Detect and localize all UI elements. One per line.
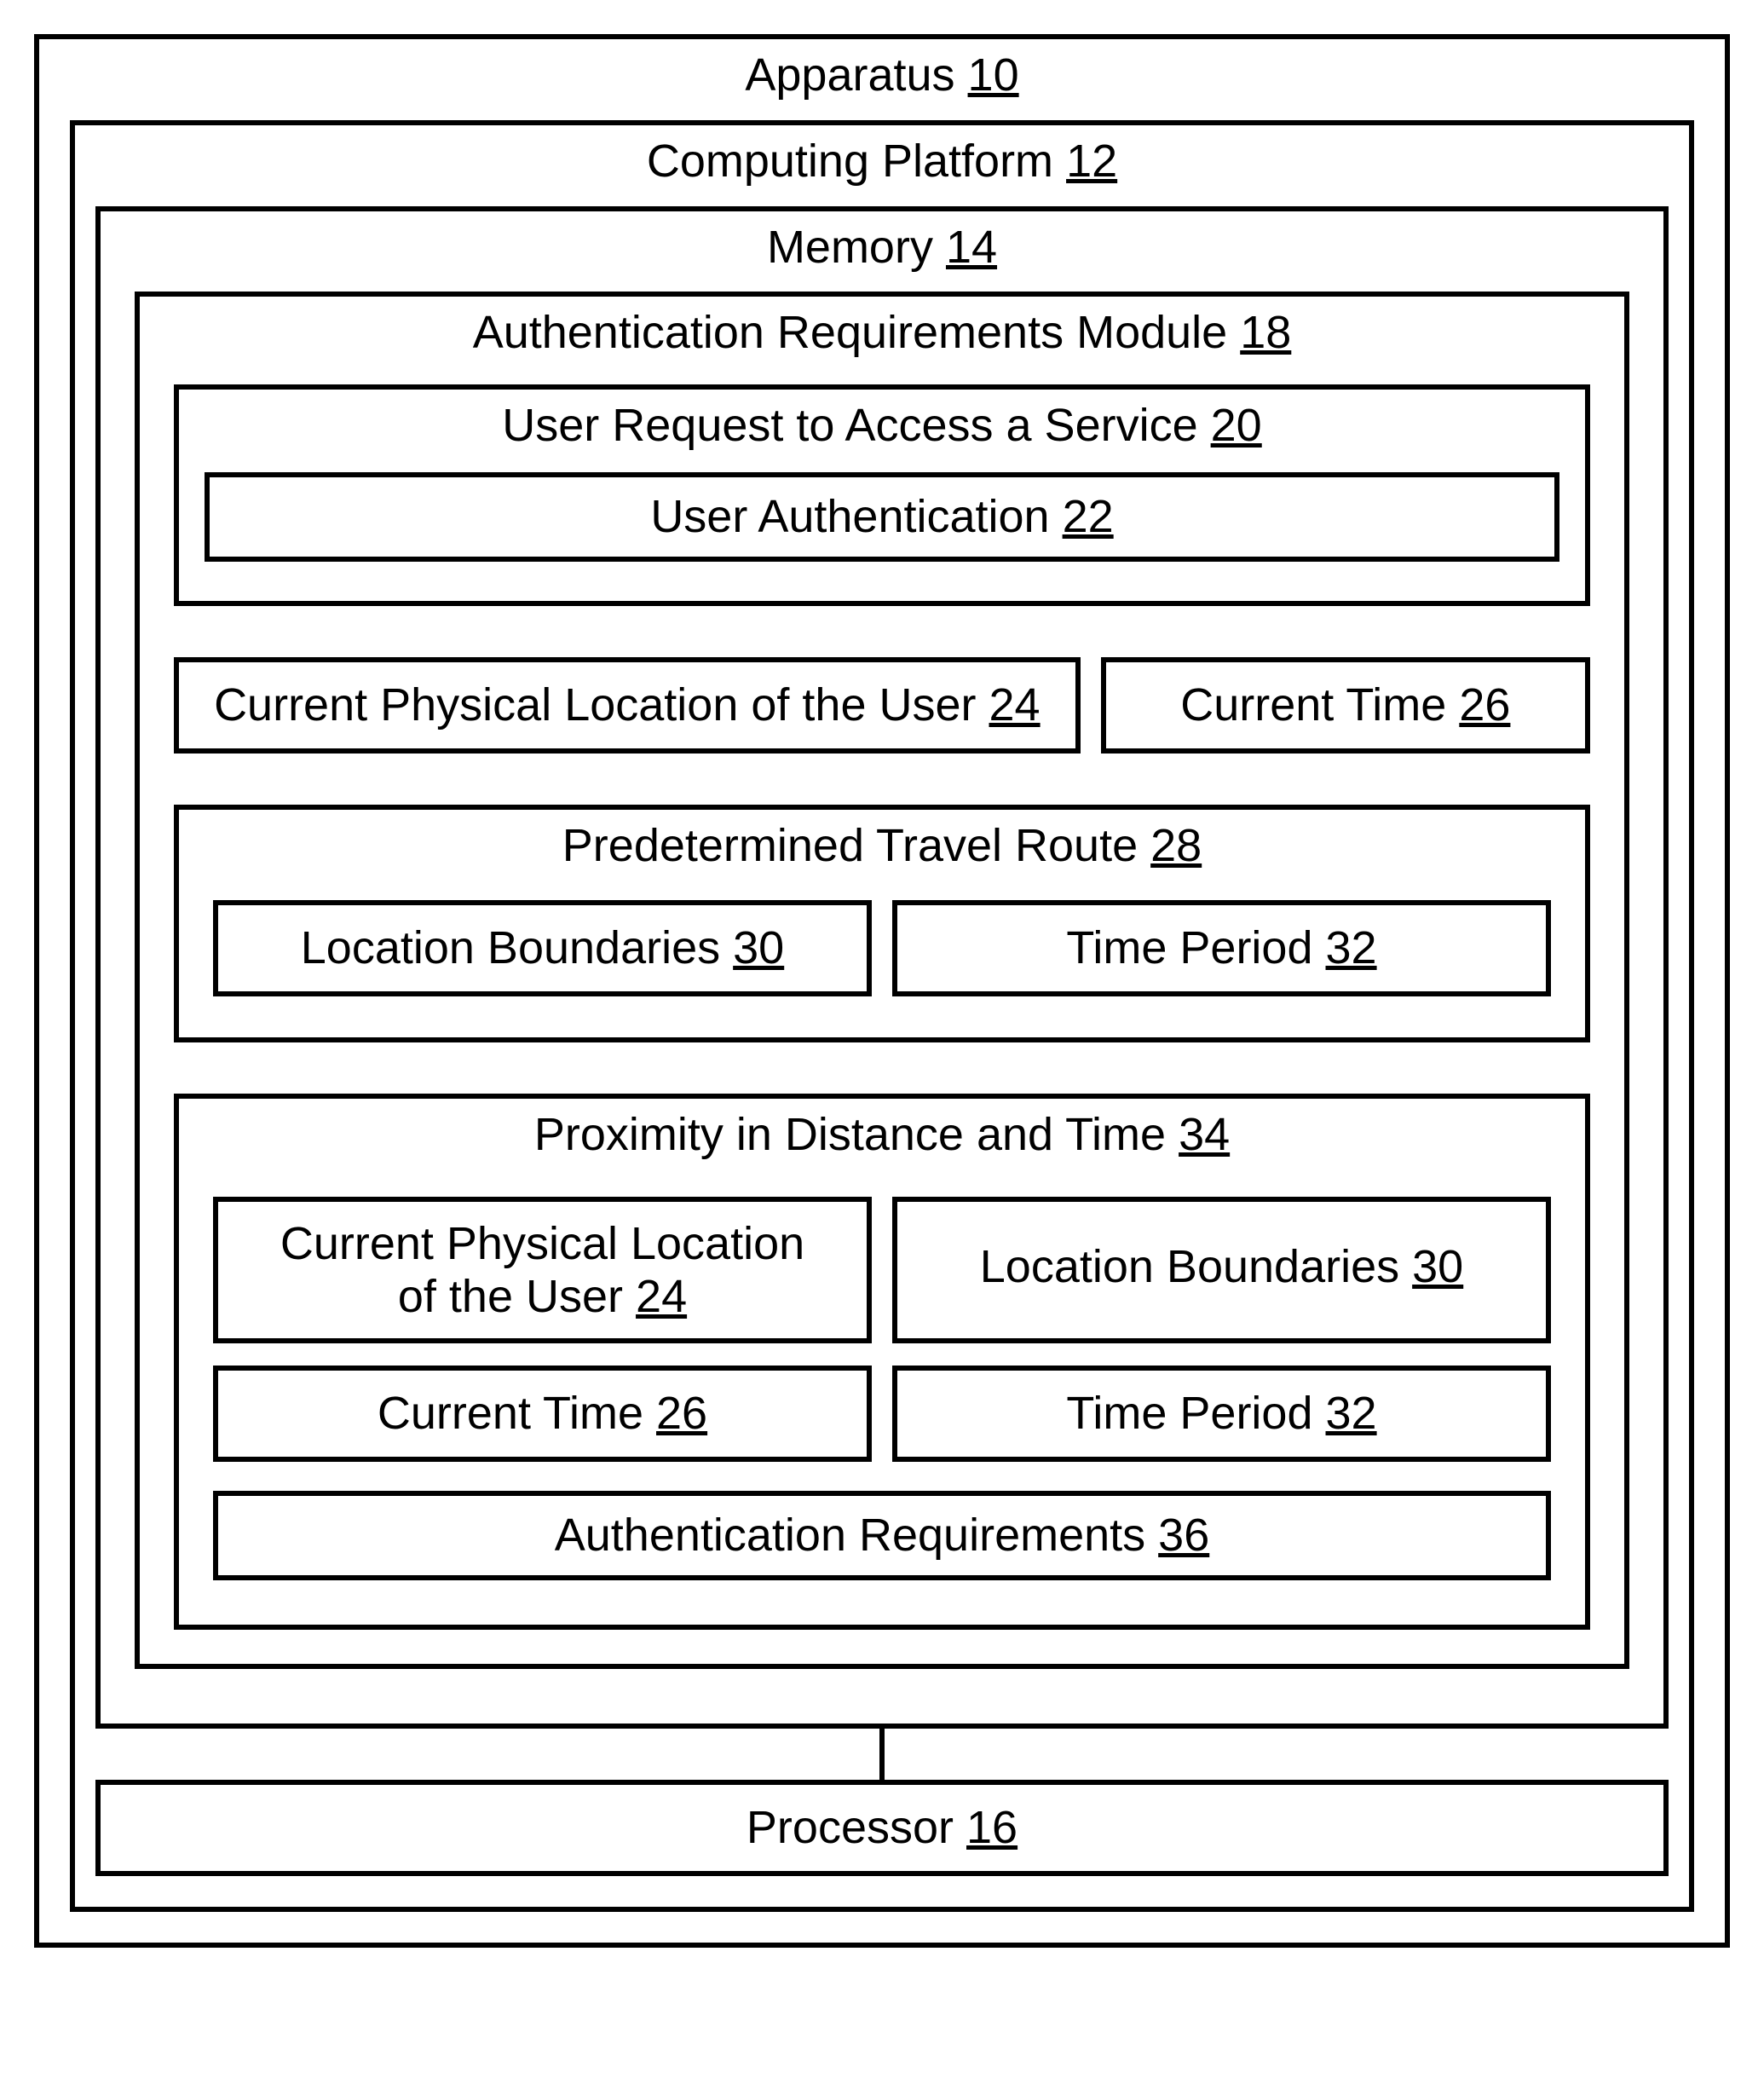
row-curtime-period: Current Time 26 Time Period 32 [213, 1366, 1551, 1462]
current-location-label-2b: of the User [398, 1271, 623, 1322]
apparatus-num: 10 [968, 49, 1019, 101]
current-location-box-2: Current Physical Location of the User 24 [213, 1197, 872, 1343]
auth-requirements-module-num: 18 [1240, 307, 1291, 358]
travel-route-label: Predetermined Travel Route [562, 820, 1138, 871]
current-time-label-2: Current Time [378, 1388, 643, 1439]
row-location-time: Current Physical Location of the User 24… [174, 657, 1590, 754]
authentication-requirements-num: 36 [1158, 1510, 1209, 1561]
proximity-label: Proximity in Distance and Time [534, 1109, 1166, 1160]
time-period-title-2: Time Period 32 [897, 1371, 1546, 1457]
current-location-title: Current Physical Location of the User 24 [179, 662, 1075, 748]
current-time-num-2: 26 [656, 1388, 707, 1439]
memory-num: 14 [946, 222, 997, 273]
time-period-num: 32 [1326, 922, 1377, 973]
current-location-box: Current Physical Location of the User 24 [174, 657, 1081, 754]
user-authentication-box: User Authentication 22 [205, 472, 1559, 562]
travel-route-box: Predetermined Travel Route 28 Location B… [174, 805, 1590, 1043]
user-request-box: User Request to Access a Service 20 User… [174, 384, 1590, 606]
auth-requirements-module-title: Authentication Requirements Module 18 [174, 297, 1590, 372]
user-authentication-title: User Authentication 22 [210, 477, 1554, 557]
location-boundaries-label: Location Boundaries [301, 922, 720, 973]
travel-route-title: Predetermined Travel Route 28 [213, 810, 1551, 886]
computing-platform-label: Computing Platform [647, 136, 1053, 187]
current-time-title-2: Current Time 26 [218, 1371, 867, 1457]
location-boundaries-box-2: Location Boundaries 30 [892, 1197, 1551, 1343]
proximity-num: 34 [1179, 1109, 1230, 1160]
row-bounds-period: Location Boundaries 30 Time Period 32 [213, 900, 1551, 996]
apparatus-box: Apparatus 10 Computing Platform 12 Memor… [34, 34, 1730, 1948]
processor-num: 16 [966, 1802, 1017, 1853]
current-location-title-2: Current Physical Location of the User 24 [218, 1202, 867, 1338]
apparatus-title: Apparatus 10 [70, 39, 1694, 115]
time-period-label: Time Period [1066, 922, 1312, 973]
processor-title: Processor 16 [101, 1785, 1663, 1871]
travel-route-num: 28 [1150, 820, 1202, 871]
time-period-box-2: Time Period 32 [892, 1366, 1551, 1462]
authentication-requirements-title: Authentication Requirements 36 [218, 1496, 1546, 1575]
current-time-box-2: Current Time 26 [213, 1366, 872, 1462]
memory-box: Memory 14 Authentication Requirements Mo… [95, 206, 1669, 1729]
location-boundaries-title: Location Boundaries 30 [218, 905, 867, 991]
row-curloc-locbounds: Current Physical Location of the User 24… [213, 1197, 1551, 1343]
current-time-label: Current Time [1180, 679, 1446, 730]
memory-title: Memory 14 [135, 211, 1629, 287]
current-time-title: Current Time 26 [1106, 662, 1585, 748]
current-time-num: 26 [1459, 679, 1510, 730]
authentication-requirements-label: Authentication Requirements [555, 1510, 1145, 1561]
user-authentication-num: 22 [1063, 491, 1114, 542]
location-boundaries-num: 30 [733, 922, 784, 973]
auth-requirements-module-box: Authentication Requirements Module 18 Us… [135, 292, 1629, 1668]
proximity-box: Proximity in Distance and Time 34 Curren… [174, 1094, 1590, 1630]
location-boundaries-label-2: Location Boundaries [980, 1241, 1399, 1292]
current-location-label-2a: Current Physical Location [280, 1218, 804, 1269]
location-boundaries-box: Location Boundaries 30 [213, 900, 872, 996]
time-period-box: Time Period 32 [892, 900, 1551, 996]
processor-box: Processor 16 [95, 1780, 1669, 1876]
current-location-num-2: 24 [636, 1271, 687, 1322]
user-request-num: 20 [1211, 400, 1262, 451]
location-boundaries-num-2: 30 [1412, 1241, 1463, 1292]
authentication-requirements-box: Authentication Requirements 36 [213, 1491, 1551, 1580]
apparatus-label: Apparatus [745, 49, 954, 101]
time-period-label-2: Time Period [1066, 1388, 1312, 1439]
user-authentication-label: User Authentication [650, 491, 1049, 542]
current-time-box: Current Time 26 [1101, 657, 1590, 754]
memory-label: Memory [767, 222, 933, 273]
auth-requirements-module-label: Authentication Requirements Module [473, 307, 1228, 358]
user-request-label: User Request to Access a Service [502, 400, 1197, 451]
computing-platform-title: Computing Platform 12 [95, 125, 1669, 201]
computing-platform-num: 12 [1066, 136, 1117, 187]
current-location-num: 24 [989, 679, 1041, 730]
time-period-title: Time Period 32 [897, 905, 1546, 991]
user-request-title: User Request to Access a Service 20 [205, 390, 1559, 465]
processor-label: Processor [747, 1802, 954, 1853]
memory-to-processor-connector [879, 1729, 885, 1780]
location-boundaries-title-2: Location Boundaries 30 [897, 1202, 1546, 1332]
time-period-num-2: 32 [1326, 1388, 1377, 1439]
proximity-title: Proximity in Distance and Time 34 [213, 1099, 1551, 1175]
current-location-label: Current Physical Location of the User [214, 679, 976, 730]
computing-platform-box: Computing Platform 12 Memory 14 Authenti… [70, 120, 1694, 1912]
